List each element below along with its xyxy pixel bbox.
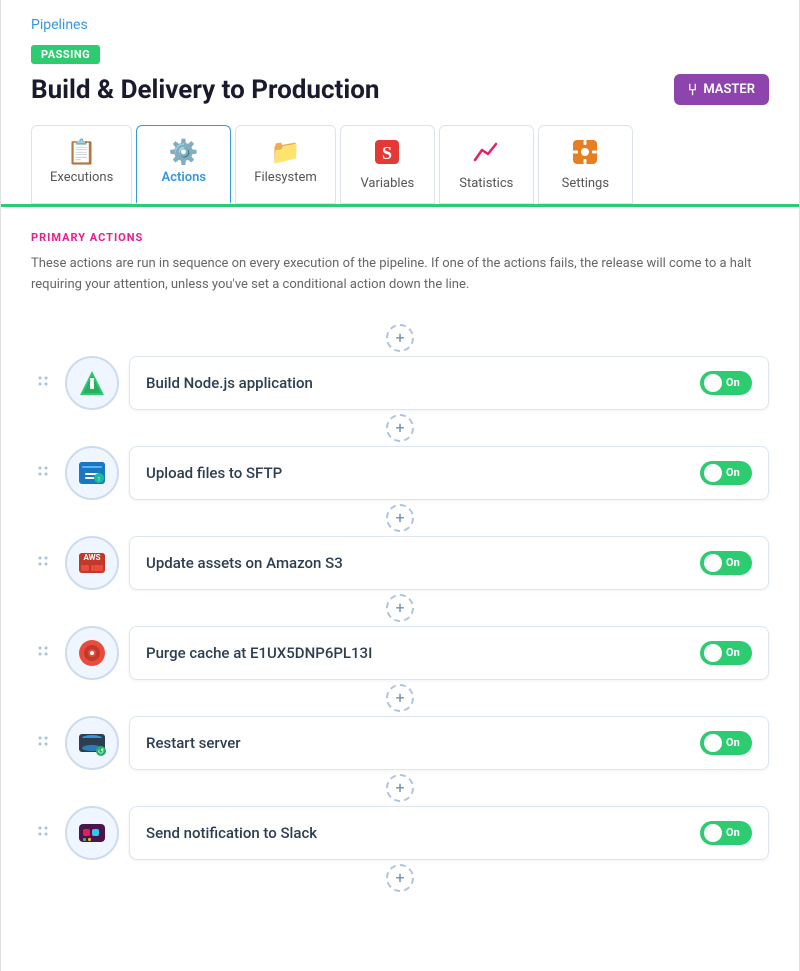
action-row: Purge cache at E1UX5DNP6PL13I On [31, 626, 769, 680]
add-action-btn-0[interactable]: + [386, 324, 414, 352]
toggle-label: On [726, 826, 740, 839]
top-bar: Pipelines PASSING Build & Delivery to Pr… [1, 0, 799, 207]
action-card[interactable]: Purge cache at E1UX5DNP6PL13I On [129, 626, 769, 680]
toggle-label: On [726, 376, 740, 389]
action-card[interactable]: Restart server On [129, 716, 769, 770]
action-icon-wrapper-1: ↑ [65, 446, 119, 500]
action-toggle[interactable]: On [700, 371, 752, 395]
section-desc: These actions are run in sequence on eve… [31, 254, 769, 296]
action-row: Build Node.js application On [31, 356, 769, 410]
action-card[interactable]: Upload files to SFTP On [129, 446, 769, 500]
tab-settings[interactable]: Settings [538, 125, 633, 204]
executions-tab-label: Executions [50, 170, 113, 185]
drag-handle-icon[interactable] [31, 823, 55, 843]
filesystem-tab-label: Filesystem [254, 170, 317, 185]
toggle-label: On [726, 736, 740, 749]
action-label: Restart server [146, 734, 700, 752]
variables-tab-label: Variables [360, 176, 414, 191]
action-icon-wrapper-5 [65, 806, 119, 860]
drag-handle-icon[interactable] [31, 553, 55, 573]
action-toggle[interactable]: On [700, 461, 752, 485]
tabs-row: 📋 Executions ⚙️ Actions 📁 Filesystem S Variable… [31, 125, 769, 204]
content-area: PRIMARY ACTIONS These actions are run in… [1, 207, 799, 920]
tab-executions[interactable]: 📋 Executions [31, 125, 132, 204]
tab-filesystem[interactable]: 📁 Filesystem [235, 125, 336, 204]
toggle-knob [704, 464, 722, 482]
tab-variables[interactable]: S Variables [340, 125, 435, 204]
branch-badge: ⑂ MASTER [674, 74, 769, 105]
action-card[interactable]: Update assets on Amazon S3 On [129, 536, 769, 590]
action-icon-wrapper-0 [65, 356, 119, 410]
add-action-btn-5[interactable]: + [386, 774, 414, 802]
drag-handle-icon[interactable] [31, 643, 55, 663]
breadcrumb: Pipelines [31, 14, 769, 43]
toggle-label: On [726, 646, 740, 659]
action-icon-wrapper-4: ↺ [65, 716, 119, 770]
action-label: Build Node.js application [146, 374, 700, 392]
filesystem-tab-icon: 📁 [271, 138, 301, 166]
executions-tab-icon: 📋 [67, 138, 97, 166]
action-row: AWS Update assets on Amazon S3 On [31, 536, 769, 590]
drag-handle-icon[interactable] [31, 733, 55, 753]
svg-text:S: S [382, 143, 392, 163]
action-icon-wrapper-3 [65, 626, 119, 680]
add-action-btn-3[interactable]: + [386, 594, 414, 622]
action-icon-wrapper-2: AWS [65, 536, 119, 590]
toggle-knob [704, 374, 722, 392]
add-action-btn-2[interactable]: + [386, 504, 414, 532]
actions-tab-icon: ⚙️ [169, 138, 199, 166]
section-label: PRIMARY ACTIONS [31, 231, 769, 244]
pipelines-link[interactable]: Pipelines [31, 17, 88, 33]
action-label: Send notification to Slack [146, 824, 700, 842]
action-label: Update assets on Amazon S3 [146, 554, 700, 572]
toggle-knob [704, 644, 722, 662]
action-row: Send notification to Slack On [31, 806, 769, 860]
tab-statistics[interactable]: Statistics [439, 125, 534, 204]
action-toggle[interactable]: On [700, 821, 752, 845]
action-label: Purge cache at E1UX5DNP6PL13I [146, 644, 700, 662]
tab-actions[interactable]: ⚙️ Actions [136, 125, 231, 204]
drag-handle-icon[interactable] [31, 373, 55, 393]
action-toggle[interactable]: On [700, 731, 752, 755]
svg-text:AWS: AWS [83, 553, 100, 562]
pipeline-title: Build & Delivery to Production [31, 75, 379, 105]
action-toggle[interactable]: On [700, 641, 752, 665]
drag-handle-icon[interactable] [31, 463, 55, 483]
toggle-label: On [726, 556, 740, 569]
toggle-knob [704, 734, 722, 752]
actions-list: + Build Node.js application On + ↑ Upload fil… [31, 320, 769, 896]
action-row: ↑ Upload files to SFTP On [31, 446, 769, 500]
toggle-knob [704, 554, 722, 572]
add-action-btn-4[interactable]: + [386, 684, 414, 712]
action-card[interactable]: Build Node.js application On [129, 356, 769, 410]
toggle-label: On [726, 466, 740, 479]
action-label: Upload files to SFTP [146, 464, 700, 482]
action-row: ↺ Restart server On [31, 716, 769, 770]
action-card[interactable]: Send notification to Slack On [129, 806, 769, 860]
toggle-knob [704, 824, 722, 842]
settings-tab-label: Settings [562, 176, 609, 191]
branch-label: MASTER [703, 82, 755, 97]
add-action-btn-1[interactable]: + [386, 414, 414, 442]
svg-text:↺: ↺ [98, 747, 105, 756]
action-toggle[interactable]: On [700, 551, 752, 575]
status-badge: PASSING [31, 45, 100, 64]
statistics-tab-label: Statistics [459, 176, 513, 191]
pipeline-title-row: Build & Delivery to Production ⑂ MASTER [31, 74, 769, 105]
svg-text:↑: ↑ [97, 475, 101, 483]
page-container: Pipelines PASSING Build & Delivery to Pr… [0, 0, 800, 971]
statistics-tab-icon [472, 138, 500, 172]
branch-icon: ⑂ [688, 80, 698, 99]
add-action-btn-last[interactable]: + [386, 864, 414, 892]
variables-tab-icon: S [373, 138, 401, 172]
actions-tab-label: Actions [162, 170, 207, 185]
settings-tab-icon [571, 138, 599, 172]
